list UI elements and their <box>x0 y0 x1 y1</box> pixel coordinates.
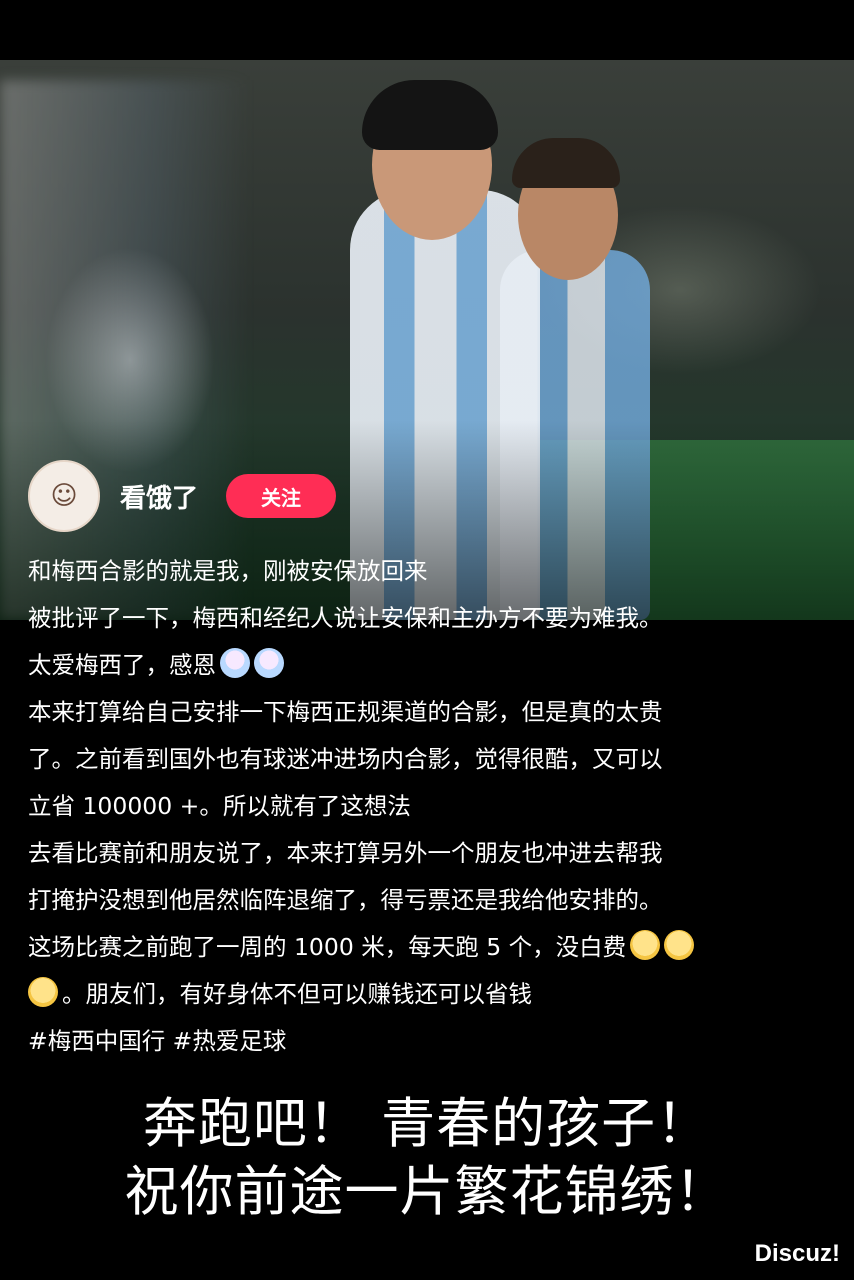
tear-emoji-icon <box>630 930 661 960</box>
watermark: Discuz! <box>754 1240 840 1267</box>
player-hair-right <box>512 138 620 188</box>
caption-line-2: 祝你前途一片繁花锦绣！ <box>124 1160 730 1223</box>
post-text: 和梅西合影的就是我，刚被安保放回来 被批评了一下，梅西和经纪人说让安保和主办方不… <box>28 548 828 1065</box>
caption-line-1: 奔跑吧！ 青春的孩子！ <box>142 1092 712 1155</box>
post-photo <box>0 60 854 620</box>
post-line: 了。之前看到国外也有球迷冲进场内合影，觉得很酷，又可以 <box>28 745 663 773</box>
user-row: ☺ 看饿了 关注 <box>28 458 337 534</box>
post-line: 太爱梅西了，感恩 <box>28 642 828 689</box>
tear-emoji-icon <box>664 930 695 960</box>
post-line: 这场比赛之前跑了一周的 1000 米，每天跑 5 个，没白费 <box>28 924 828 971</box>
tear-emoji-icon <box>28 977 58 1007</box>
player-hair-left <box>362 80 498 150</box>
hashtags[interactable]: #梅西中国行 #热爱足球 <box>28 1018 828 1065</box>
post-line: 立省 100000 +。所以就有了这想法 <box>28 792 411 820</box>
username[interactable]: 看饿了 <box>120 478 198 515</box>
post-line: 本来打算给自己安排一下梅西正规渠道的合影，但是真的太贵 <box>28 698 663 726</box>
cake-emoji-icon <box>254 648 284 678</box>
post-line: 和梅西合影的就是我，刚被安保放回来 <box>28 557 428 585</box>
avatar[interactable]: ☺ <box>28 460 100 532</box>
follow-button[interactable]: 关注 <box>226 474 337 518</box>
cake-emoji-icon <box>220 648 250 678</box>
post-line: 去看比赛前和朋友说了，本来打算另外一个朋友也冲进去帮我 <box>28 839 663 867</box>
caption: 奔跑吧！ 青春的孩子！ 祝你前途一片繁花锦绣！ <box>0 1090 854 1226</box>
post-line: 打掩护没想到他居然临阵退缩了，得亏票还是我给他安排的。 <box>28 886 663 914</box>
post-line: 被批评了一下，梅西和经纪人说让安保和主办方不要为难我。 <box>28 604 663 632</box>
post-line: 。朋友们，有好身体不但可以赚钱还可以省钱 <box>28 971 828 1018</box>
